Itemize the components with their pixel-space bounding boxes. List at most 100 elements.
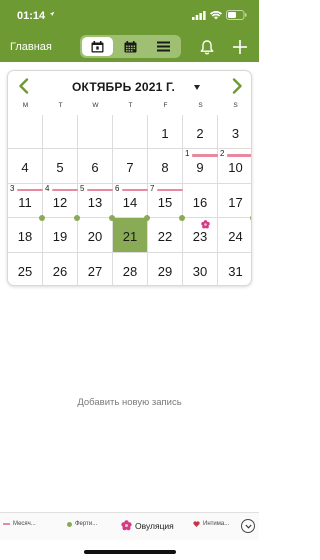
bell-icon (200, 39, 214, 54)
day-cell[interactable]: 21 (113, 215, 150, 253)
day-number: 25 (17, 263, 33, 279)
day-number: 10 (228, 160, 243, 176)
day-cell[interactable]: 2 (183, 115, 218, 150)
day-number: 12 (52, 194, 68, 210)
day-cell[interactable]: 18 (8, 215, 45, 253)
month-header: ОКТЯБРЬ 2021 Г. (8, 71, 251, 100)
signal-icon (192, 10, 206, 20)
day-number: 4 (21, 160, 29, 176)
legend-expand-button[interactable] (241, 519, 255, 533)
day-cell[interactable]: 13 5 (78, 183, 113, 219)
day-cell[interactable]: 24 (218, 215, 251, 253)
period-day-label: 2 (220, 149, 225, 159)
day-cell[interactable]: 19 (43, 215, 80, 253)
chevron-left-icon[interactable] (17, 78, 31, 94)
add-button[interactable] (231, 38, 249, 56)
day-cell[interactable]: 3 (218, 115, 251, 150)
day-cell[interactable]: 5 (43, 149, 78, 184)
view-switcher (80, 35, 181, 58)
empty-day-cell (113, 115, 148, 150)
flower-icon (201, 220, 210, 229)
day-cell[interactable]: 31 (218, 253, 251, 285)
day-number: 13 (87, 194, 103, 210)
period-day-label: 4 (45, 183, 50, 193)
empty-day-cell (43, 115, 78, 150)
add-entry-button[interactable]: Добавить новую запись (0, 397, 259, 408)
month-title[interactable]: ОКТЯБРЬ 2021 Г. (72, 80, 175, 94)
day-number: 8 (161, 160, 169, 176)
period-bar (122, 188, 148, 192)
legend-fertile[interactable]: Ферти... (67, 521, 97, 527)
nav-home-link[interactable]: Главная (10, 41, 52, 53)
battery-icon (226, 10, 247, 20)
day-cell[interactable]: 30 (183, 252, 218, 285)
legend-intimacy[interactable]: Интима... (193, 521, 229, 527)
legend-menstruation[interactable]: Месяч... (3, 521, 36, 527)
day-cell[interactable]: 29 (148, 252, 183, 285)
day-view-button[interactable] (82, 37, 113, 56)
day-cell[interactable]: 4 (8, 149, 43, 184)
day-number: 7 (126, 160, 134, 176)
weekday-label: T (58, 102, 63, 109)
status-bar: 01:14 (0, 0, 259, 32)
day-number: 29 (157, 263, 173, 279)
day-cell[interactable]: 28 (113, 252, 148, 285)
day-cell[interactable]: 11 3 (8, 183, 43, 219)
legend-intimacy-label: Интима... (203, 521, 230, 527)
day-cell[interactable]: 7 (113, 149, 148, 184)
month-view-button[interactable] (115, 37, 146, 56)
day-cell[interactable]: 6 (78, 149, 113, 184)
day-cell[interactable]: 15 7 (148, 183, 183, 219)
day-cell[interactable]: 26 (43, 252, 78, 285)
day-cell[interactable]: 22 (148, 215, 185, 253)
list-view-button[interactable] (148, 37, 179, 56)
period-bar (52, 188, 78, 192)
day-number: 20 (87, 229, 103, 245)
day-cell[interactable]: 23 (183, 218, 218, 253)
weekday-label: W (92, 102, 99, 109)
day-cell[interactable]: 12 4 (43, 183, 78, 219)
legend-bar: Месяч... Ферти... Овуляция Интима... (0, 512, 259, 540)
legend-ovulation-label: Овуляция (135, 520, 174, 531)
notifications-button[interactable] (198, 38, 216, 56)
day-number: 16 (192, 194, 208, 210)
day-cell[interactable]: 14 6 (113, 183, 148, 219)
nav-bar: Главная (0, 32, 259, 62)
day-cell[interactable]: 91 (183, 149, 218, 184)
weekday-label: S (233, 102, 238, 109)
day-number: 31 (228, 263, 243, 279)
day-cell[interactable]: 25 (8, 252, 43, 285)
day-cell[interactable]: 20 (78, 215, 115, 253)
weekday-header: MTWTFSS (8, 102, 251, 114)
period-day-label: 1 (185, 149, 190, 159)
day-cell[interactable]: 27 (78, 252, 113, 285)
weekday-label: M (22, 102, 29, 109)
day-number: 22 (157, 229, 173, 245)
day-cell[interactable]: 8 (148, 149, 183, 184)
day-number: 30 (192, 263, 208, 279)
period-day-label: 7 (150, 183, 155, 193)
day-cell[interactable]: 1 (148, 115, 183, 150)
chevron-right-icon[interactable] (230, 78, 244, 94)
day-cell[interactable]: 10 2 (218, 149, 251, 184)
day-cell[interactable]: 16 (183, 183, 218, 219)
day-number: 3 (231, 126, 240, 141)
day-number: 5 (56, 160, 64, 176)
weekday-label: S (198, 102, 203, 109)
caret-down-icon[interactable] (194, 85, 200, 90)
day-cell[interactable]: 17 (218, 184, 251, 219)
day-number: 11 (18, 194, 32, 210)
day-number: 18 (17, 229, 33, 245)
legend-ovulation[interactable]: Овуляция (121, 520, 174, 531)
day-number: 15 (157, 194, 173, 210)
day-number: 6 (91, 160, 99, 176)
period-line-icon (3, 523, 10, 525)
period-day-label: 5 (80, 183, 85, 193)
calendar-card: ОКТЯБРЬ 2021 Г. MTWTFSS 1 2 3 4 5 6 7 8 9 1 10 2 11 3… (7, 70, 252, 286)
day-number: 17 (228, 194, 243, 210)
legend-fertile-label: Ферти... (75, 521, 98, 527)
day-number: 28 (122, 263, 138, 279)
period-bar (17, 188, 43, 192)
plus-icon (233, 40, 247, 54)
flower-icon (121, 520, 132, 531)
